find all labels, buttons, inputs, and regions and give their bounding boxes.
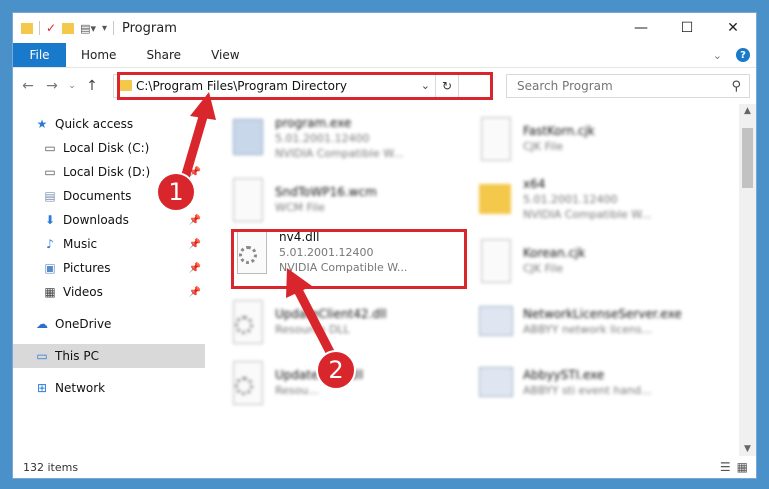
arrow-2 bbox=[293, 285, 335, 357]
arrow-1-head bbox=[190, 92, 216, 120]
step-2-badge: 2 bbox=[316, 350, 356, 390]
arrow-1 bbox=[180, 105, 210, 183]
annotation-arrows bbox=[180, 92, 335, 357]
step-1-badge: 1 bbox=[156, 172, 196, 212]
